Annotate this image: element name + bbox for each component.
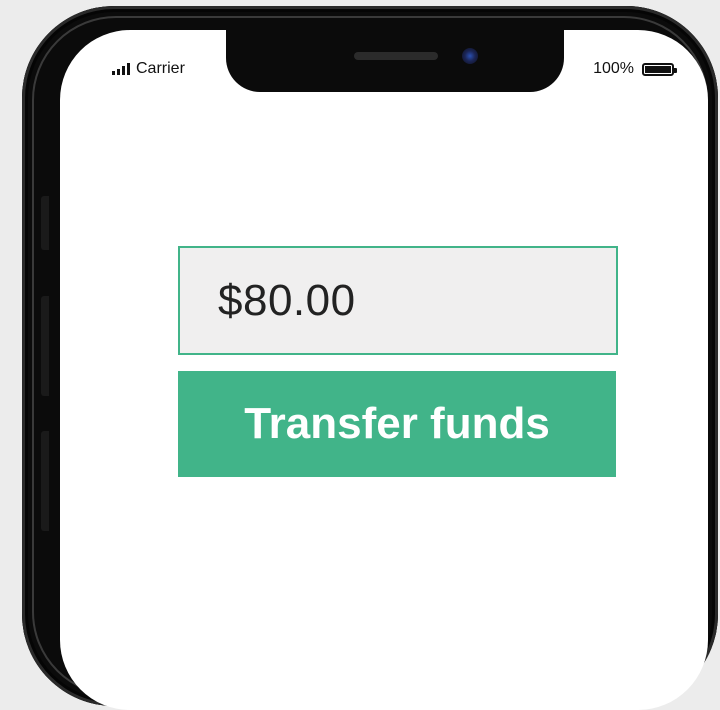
amount-value: $80.00 bbox=[218, 275, 356, 325]
volume-down-button bbox=[41, 431, 49, 531]
status-bar-right: 100% bbox=[593, 60, 677, 78]
status-bar-left: Carrier bbox=[112, 60, 185, 78]
signal-bars-icon bbox=[112, 63, 130, 75]
front-camera-icon bbox=[462, 48, 478, 64]
transfer-funds-label: Transfer funds bbox=[244, 399, 550, 448]
battery-percent: 100% bbox=[593, 60, 634, 77]
phone-screen: Carrier 100% $80.00 Transfer funds bbox=[60, 30, 708, 710]
transfer-funds-button[interactable]: Transfer funds bbox=[178, 371, 616, 477]
amount-input[interactable]: $80.00 bbox=[178, 246, 618, 355]
speaker-grille bbox=[354, 52, 438, 60]
notch bbox=[226, 30, 564, 92]
battery-full-icon bbox=[642, 62, 677, 76]
volume-up-button bbox=[41, 296, 49, 396]
mute-switch bbox=[41, 196, 49, 250]
carrier-label: Carrier bbox=[136, 60, 185, 77]
phone-frame: Carrier 100% $80.00 Transfer funds bbox=[22, 6, 718, 710]
